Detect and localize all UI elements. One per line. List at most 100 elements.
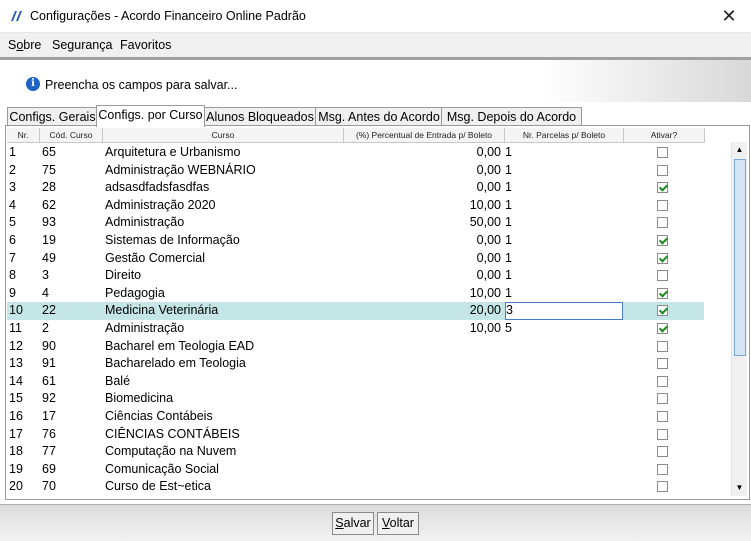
cell-parcelas[interactable]: 1 [505, 267, 623, 285]
menu-seguranca[interactable]: Segurança [52, 38, 112, 52]
cell-perc[interactable]: 0,00 [346, 232, 501, 250]
cell-parcelas[interactable]: 1 [505, 250, 623, 268]
table-row[interactable]: 16 17 Ciências Contábeis [7, 408, 704, 426]
column-header-parcelas[interactable]: Nr. Parcelas p/ Boleto [505, 128, 624, 143]
close-button[interactable]: ✕ [707, 0, 751, 32]
table-row[interactable]: 8 3 Direito 0,00 1 [7, 267, 704, 285]
courses-table[interactable]: Nr. Cód. Curso Curso (%) Percentual de E… [7, 128, 731, 496]
cell-parcelas[interactable]: 1 [505, 197, 623, 215]
cell-perc[interactable] [346, 338, 501, 356]
ativar-checkbox[interactable] [657, 481, 668, 493]
table-row[interactable]: 13 91 Bacharelado em Teologia [7, 355, 704, 373]
table-row[interactable]: 19 69 Comunicação Social [7, 461, 704, 479]
table-row[interactable]: 10 22 Medicina Veterinária 20,00 3 [7, 302, 704, 320]
vertical-scrollbar[interactable]: ▲ ▼ [731, 142, 747, 496]
ativar-checkbox[interactable] [657, 358, 668, 370]
table-row[interactable]: 14 61 Balé [7, 373, 704, 391]
cell-perc[interactable]: 0,00 [346, 179, 501, 197]
table-row[interactable]: 1 65 Arquitetura e Urbanismo 0,00 1 [7, 144, 704, 162]
cell-parcelas[interactable]: 1 [505, 285, 623, 303]
ativar-checkbox[interactable] [657, 270, 668, 282]
table-row[interactable]: 4 62 Administração 2020 10,00 1 [7, 197, 704, 215]
tab-msg-depois-acordo[interactable]: Msg. Depois do Acordo [441, 107, 582, 126]
ativar-checkbox[interactable] [657, 323, 668, 334]
column-header-ativar[interactable]: Ativar? [624, 128, 705, 143]
cell-perc[interactable]: 10,00 [346, 197, 501, 215]
tab-msg-antes-acordo[interactable]: Msg. Antes do Acordo [315, 107, 443, 126]
table-row[interactable]: 5 93 Administração 50,00 1 [7, 214, 704, 232]
cell-parcelas[interactable] [505, 355, 623, 373]
cell-perc[interactable] [346, 355, 501, 373]
cell-parcelas[interactable]: 1 [505, 214, 623, 232]
cell-parcelas[interactable] [505, 461, 623, 479]
ativar-checkbox[interactable] [657, 446, 668, 458]
ativar-checkbox[interactable] [657, 375, 668, 387]
ativar-checkbox[interactable] [657, 411, 668, 422]
cell-perc[interactable]: 0,00 [346, 144, 501, 162]
ativar-checkbox[interactable] [657, 252, 668, 264]
cell-parcelas[interactable]: 1 [505, 232, 623, 250]
ativar-checkbox[interactable] [657, 235, 668, 246]
cell-perc[interactable]: 20,00 [346, 302, 501, 320]
cell-parcelas[interactable] [505, 426, 623, 444]
parcelas-edit-field[interactable]: 3 [505, 302, 623, 320]
table-row[interactable]: 12 90 Bacharel em Teologia EAD [7, 338, 704, 356]
ativar-checkbox[interactable] [657, 393, 668, 405]
cell-parcelas[interactable]: 1 [505, 162, 623, 180]
back-button[interactable]: Voltar [377, 512, 419, 535]
cell-parcelas[interactable] [505, 373, 623, 391]
ativar-checkbox[interactable] [657, 147, 668, 158]
cell-parcelas[interactable] [505, 338, 623, 356]
table-row[interactable]: 3 28 adsasdfadsfasdfas 0,00 1 [7, 179, 704, 197]
cell-parcelas[interactable] [505, 478, 623, 496]
ativar-checkbox[interactable] [657, 217, 668, 229]
cell-parcelas[interactable] [505, 443, 623, 461]
cell-parcelas[interactable]: 5 [505, 320, 623, 338]
ativar-checkbox[interactable] [657, 305, 668, 317]
tab-configs-gerais[interactable]: Configs. Gerais [7, 107, 98, 126]
column-header-nr[interactable]: Nr. [7, 128, 40, 143]
table-row[interactable]: 15 92 Biomedicina [7, 390, 704, 408]
column-header-cod-curso[interactable]: Cód. Curso [40, 128, 103, 143]
ativar-checkbox[interactable] [657, 340, 668, 352]
tab-configs-por-curso[interactable]: Configs. por Curso [96, 105, 205, 127]
cell-perc[interactable]: 10,00 [346, 320, 501, 338]
save-button[interactable]: Salvar [332, 512, 374, 535]
cell-parcelas[interactable]: 1 [505, 179, 623, 197]
cell-parcelas[interactable]: 1 [505, 144, 623, 162]
cell-perc[interactable] [346, 461, 501, 479]
table-row[interactable]: 2 75 Administração WEBNÁRIO 0,00 1 [7, 162, 704, 180]
cell-perc[interactable]: 10,00 [346, 285, 501, 303]
table-row[interactable]: 17 76 CIÊNCIAS CONTÁBEIS [7, 426, 704, 444]
ativar-checkbox[interactable] [657, 428, 668, 440]
cell-perc[interactable] [346, 408, 501, 426]
table-row[interactable]: 18 77 Computação na Nuvem [7, 443, 704, 461]
menu-favoritos[interactable]: Favoritos [120, 38, 171, 52]
menu-sobre[interactable]: Sobre [8, 38, 41, 52]
cell-perc[interactable]: 0,00 [346, 267, 501, 285]
ativar-checkbox[interactable] [657, 164, 668, 176]
cell-perc[interactable]: 0,00 [346, 162, 501, 180]
cell-perc[interactable] [346, 443, 501, 461]
cell-perc[interactable] [346, 478, 501, 496]
scrollbar-thumb[interactable] [734, 159, 746, 356]
cell-perc[interactable]: 0,00 [346, 250, 501, 268]
ativar-checkbox[interactable] [657, 182, 668, 194]
table-row[interactable]: 6 19 Sistemas de Informação 0,00 1 [7, 232, 704, 250]
cell-parcelas[interactable] [505, 390, 623, 408]
ativar-checkbox[interactable] [657, 463, 668, 475]
cell-perc[interactable] [346, 426, 501, 444]
cell-perc[interactable] [346, 373, 501, 391]
ativar-checkbox[interactable] [657, 199, 668, 211]
table-row[interactable]: 11 2 Administração 10,00 5 [7, 320, 704, 338]
cell-perc[interactable]: 50,00 [346, 214, 501, 232]
column-header-curso[interactable]: Curso [103, 128, 344, 143]
tab-alunos-bloqueados[interactable]: Alunos Bloqueados [203, 107, 317, 126]
table-row[interactable]: 20 70 Curso de Est~etica [7, 478, 704, 496]
column-header-percentual[interactable]: (%) Percentual de Entrada p/ Boleto [344, 128, 505, 143]
cell-perc[interactable] [346, 390, 501, 408]
table-row[interactable]: 9 4 Pedagogia 10,00 1 [7, 285, 704, 303]
cell-parcelas[interactable] [505, 408, 623, 426]
ativar-checkbox[interactable] [657, 287, 668, 299]
scroll-down-arrow-icon[interactable]: ▼ [732, 480, 747, 496]
